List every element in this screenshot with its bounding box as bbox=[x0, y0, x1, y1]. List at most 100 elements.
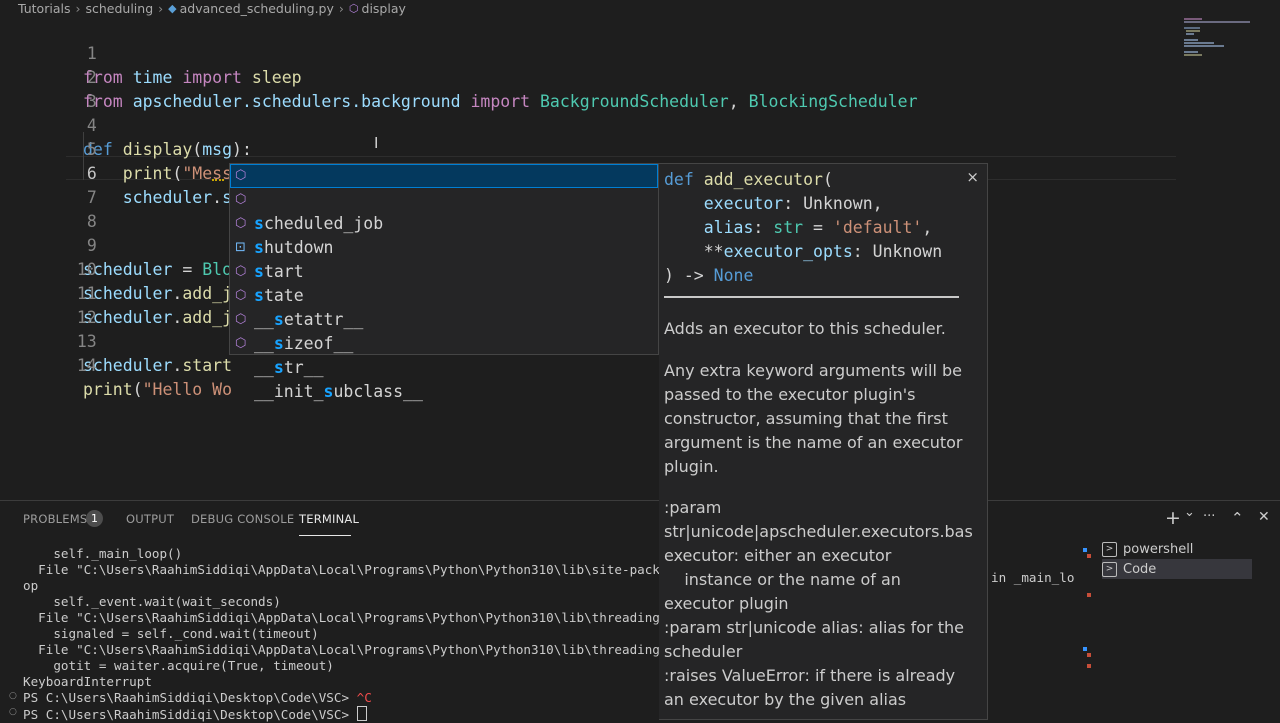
autocomplete-suggest-widget[interactable]: ⬡ scheduled_job ⬡ shutdown ⬡ start ⊡ sta… bbox=[229, 163, 659, 401]
terminal-line: self._main_loop() bbox=[23, 546, 183, 561]
terminal-icon: > bbox=[1102, 561, 1117, 577]
operator: ** bbox=[703, 242, 724, 261]
return-type: None bbox=[713, 266, 754, 285]
doc-text: executor: either an executor bbox=[664, 546, 892, 565]
suggest-text: tr__ bbox=[283, 358, 324, 377]
suggest-item[interactable]: ⬡ start bbox=[230, 212, 658, 281]
warning-squiggle bbox=[212, 175, 224, 181]
terminal-instance-label: Code bbox=[1123, 561, 1157, 577]
doc-text: argument is the name of an executor bbox=[664, 433, 963, 452]
punctuation: , bbox=[922, 218, 933, 237]
imported-name: sleep bbox=[251, 68, 302, 87]
doc-text: plugin. bbox=[664, 457, 719, 476]
minimap-line bbox=[1184, 39, 1198, 41]
editor-scrollbar[interactable] bbox=[1266, 18, 1280, 498]
doc-text: str|unicode|apscheduler.executors.bas bbox=[664, 522, 973, 541]
terminal-instance-powershell[interactable]: > powershell bbox=[1102, 539, 1193, 559]
code-line-13: 13 scheduler.start bbox=[0, 306, 232, 375]
suggest-text: __init_ bbox=[254, 382, 324, 401]
code-line-7: 7 bbox=[0, 162, 97, 207]
close-icon[interactable]: × bbox=[966, 168, 979, 186]
method-cube-icon: ⬡ bbox=[235, 288, 247, 303]
terminal-prompt-line: PS C:\Users\RaahimSiddiqi\Desktop\Code\V… bbox=[23, 706, 367, 723]
code-line-2: 2 from apscheduler.schedulers.background… bbox=[0, 42, 918, 111]
command-decoration-icon: ○ bbox=[9, 707, 17, 717]
doc-text: instance or the name of an bbox=[664, 570, 901, 589]
tab-output[interactable]: OUTPUT bbox=[126, 512, 174, 526]
method-call: add_j bbox=[182, 308, 233, 327]
keyword: import bbox=[470, 92, 531, 111]
suggest-item[interactable]: ⬡ __str__ bbox=[230, 308, 658, 377]
doc-text: scheduler bbox=[664, 642, 743, 661]
terminal-prompt-line: PS C:\Users\RaahimSiddiqi\Desktop\Code\V… bbox=[23, 690, 372, 706]
method-cube-icon: ⬡ bbox=[235, 336, 247, 351]
suggest-item[interactable]: ⬡ __setattr__ bbox=[230, 260, 658, 329]
suggest-match: s bbox=[273, 358, 284, 377]
parameter: alias bbox=[703, 218, 754, 237]
panel-tabs: PROBLEMS 1 OUTPUT DEBUG CONSOLE TERMINAL… bbox=[0, 501, 1280, 537]
variable-icon: ⊡ bbox=[235, 240, 246, 255]
breadcrumb-item-tutorials[interactable]: Tutorials bbox=[18, 1, 70, 16]
variable: scheduler bbox=[122, 188, 213, 207]
chevron-right-icon: › bbox=[338, 0, 344, 16]
operator: = bbox=[172, 260, 203, 279]
chevron-down-icon[interactable]: ⌄ bbox=[1184, 505, 1195, 520]
code-line-3: 3 bbox=[0, 66, 97, 111]
minimap-line bbox=[1186, 30, 1200, 32]
more-actions-icon[interactable]: ··· bbox=[1203, 509, 1215, 524]
divider bbox=[664, 296, 959, 298]
doc-text: an executor by the given alias bbox=[664, 690, 907, 709]
type-name: str bbox=[773, 218, 804, 237]
line-number: 13 bbox=[76, 332, 97, 351]
doc-text: executor plugin bbox=[664, 594, 789, 613]
breadcrumb-item-symbol[interactable]: display bbox=[362, 1, 406, 16]
python-file-icon: ◆ bbox=[168, 1, 177, 15]
suggest-item[interactable]: ⊡ state bbox=[230, 236, 658, 305]
doc-text: Any extra keyword arguments will be bbox=[664, 361, 963, 380]
suggest-item[interactable]: ⬡ scheduled_job bbox=[230, 164, 658, 233]
punctuation: , bbox=[728, 92, 739, 111]
punctuation: ): bbox=[232, 140, 252, 159]
scrollbar-marker bbox=[1083, 647, 1087, 651]
punctuation: ( bbox=[132, 380, 143, 399]
close-panel-icon[interactable]: ✕ bbox=[1258, 509, 1270, 525]
terminal-line: File "C:\Users\RaahimSiddiqi\AppData\Loc… bbox=[23, 562, 698, 577]
maximize-panel-icon[interactable]: ⌃ bbox=[1231, 509, 1244, 527]
terminal-line: self._event.wait(wait_seconds) bbox=[23, 594, 281, 609]
code-line-14: 14 print("Hello Wo bbox=[0, 330, 232, 399]
breadcrumb: Tutorials › scheduling › ◆ advanced_sche… bbox=[0, 0, 1280, 16]
suggest-item[interactable]: ⬡ __init_subclass__ bbox=[230, 332, 658, 401]
code-line-6: 6 scheduler.s bbox=[0, 138, 235, 207]
minimap[interactable] bbox=[1180, 18, 1266, 58]
minimap-line bbox=[1184, 51, 1198, 53]
doc-text: Adds an executor to this scheduler. bbox=[664, 319, 946, 338]
keyword: import bbox=[182, 68, 242, 87]
suggest-item[interactable]: ⬡ __sizeof__ bbox=[230, 284, 658, 353]
terminal-instance-code[interactable]: > Code bbox=[1102, 559, 1252, 579]
minimap-line bbox=[1186, 33, 1194, 35]
suggest-item[interactable]: ⬡ shutdown bbox=[230, 188, 658, 257]
code-line-4: 4 def display(msg): bbox=[0, 90, 252, 159]
function-call: print bbox=[83, 380, 133, 399]
bottom-panel: PROBLEMS 1 OUTPUT DEBUG CONSOLE TERMINAL… bbox=[0, 500, 1280, 723]
minimap-line bbox=[1184, 42, 1214, 44]
minimap-line bbox=[1184, 21, 1250, 23]
tab-debug-console[interactable]: DEBUG CONSOLE bbox=[191, 512, 294, 526]
mouse-ibeam-cursor-icon: I bbox=[374, 134, 379, 152]
add-terminal-icon[interactable]: + bbox=[1165, 507, 1181, 529]
function-symbol-icon: ⬡ bbox=[348, 1, 359, 15]
tab-terminal[interactable]: TERMINAL bbox=[299, 512, 359, 526]
minimap-line bbox=[1184, 54, 1202, 56]
breadcrumb-item-file[interactable]: advanced_scheduling.py bbox=[180, 1, 334, 16]
breadcrumb-item-scheduling[interactable]: scheduling bbox=[85, 1, 153, 16]
function-name: add_executor bbox=[703, 170, 823, 189]
doc-text: :param str|unicode alias: alias for the bbox=[664, 618, 964, 637]
punctuation: ( bbox=[192, 140, 203, 159]
line-number: 6 bbox=[86, 164, 97, 183]
tab-problems[interactable]: PROBLEMS bbox=[23, 512, 87, 526]
parameter: executor_opts bbox=[723, 242, 853, 261]
type-name: Unknown bbox=[803, 194, 873, 213]
punctuation: : bbox=[852, 242, 873, 261]
punctuation: : bbox=[753, 218, 774, 237]
punctuation: ( bbox=[822, 170, 833, 189]
